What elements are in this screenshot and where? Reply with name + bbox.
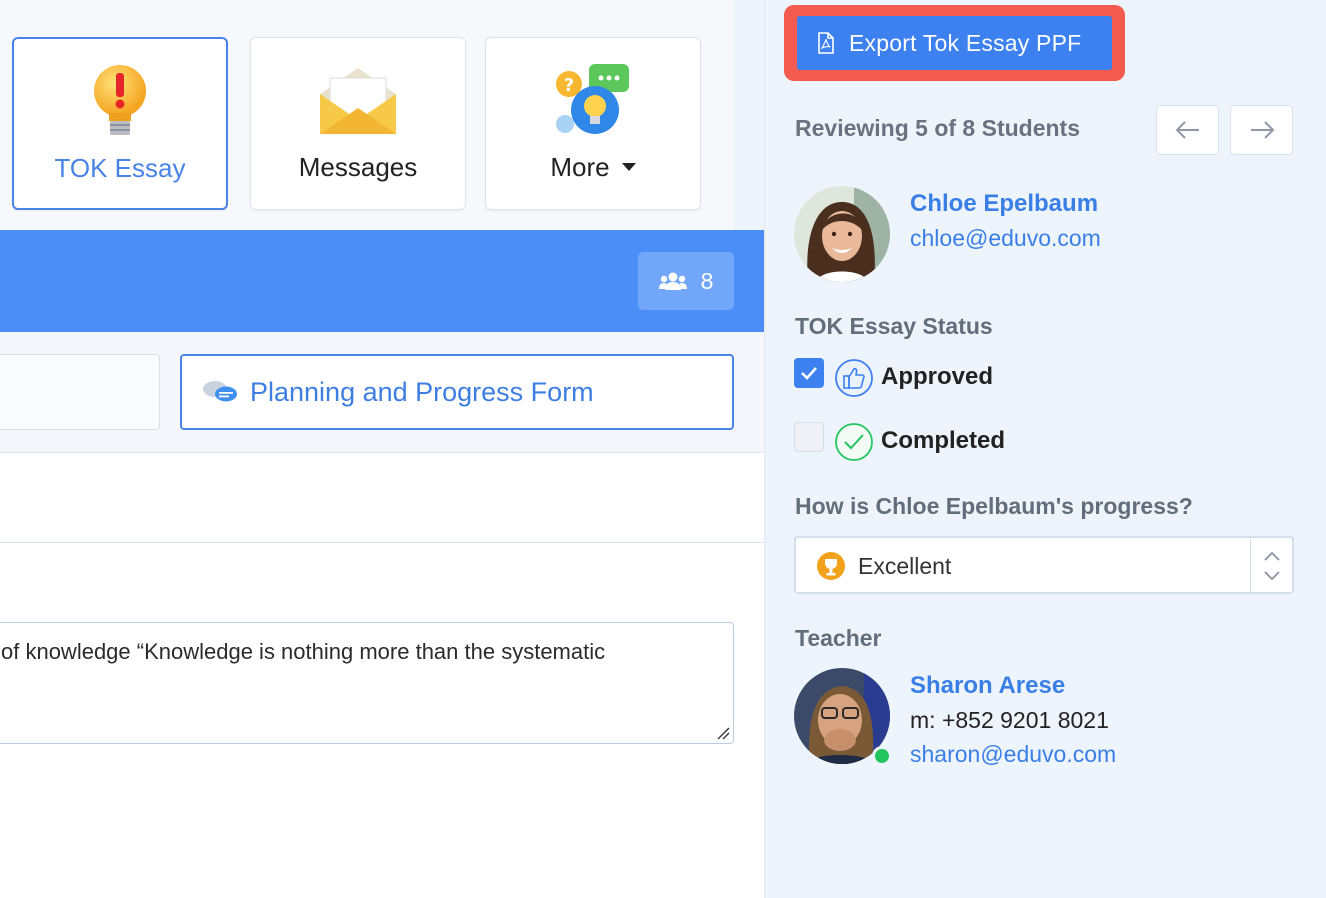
tile-label: More	[486, 152, 700, 183]
export-label: Export Tok Essay PPF	[849, 29, 1082, 56]
tab-label: Planning and Progress Form	[250, 376, 594, 407]
online-status-indicator	[872, 746, 892, 766]
tile-more[interactable]: ? More	[485, 37, 701, 210]
users-icon	[658, 272, 687, 290]
svg-text:?: ?	[564, 75, 574, 96]
sidebar-top-fill	[734, 0, 764, 230]
arrow-right-icon	[1250, 121, 1274, 139]
arrow-left-icon	[1175, 121, 1199, 139]
chevron-down-icon	[621, 163, 636, 172]
teacher-name[interactable]: Sharon Arese	[910, 672, 1065, 700]
tile-tok-essay[interactable]: TOK Essay	[12, 37, 228, 210]
student-email[interactable]: chloe@eduvo.com	[910, 225, 1101, 252]
resize-handle-icon[interactable]	[716, 726, 730, 740]
approved-checkbox[interactable]	[794, 358, 824, 388]
tab-previous[interactable]	[0, 354, 160, 430]
chat-bubbles-icon	[203, 381, 237, 402]
progress-value: Excellent	[858, 553, 952, 579]
divider	[0, 542, 764, 543]
completed-checkbox[interactable]	[794, 422, 824, 452]
trophy-icon	[817, 552, 845, 580]
pdf-file-icon	[818, 32, 834, 54]
teacher-email[interactable]: sharon@eduvo.com	[910, 741, 1116, 768]
essay-textarea[interactable]: of knowledge “Knowledge is nothing more …	[0, 622, 734, 744]
tile-label: Messages	[298, 152, 418, 182]
progress-question: How is Chloe Epelbaum's progress?	[795, 493, 1193, 519]
tile-label: TOK Essay	[54, 153, 186, 183]
approved-label: Approved	[881, 363, 994, 390]
progress-select[interactable]: Excellent	[794, 536, 1294, 594]
export-highlight: Export Tok Essay PPF	[784, 5, 1125, 81]
student-name[interactable]: Chloe Epelbaum	[910, 190, 1098, 218]
reviewing-counter: Reviewing 5 of 8 Students	[795, 115, 1080, 141]
next-student-button[interactable]	[1230, 105, 1293, 155]
member-count-badge[interactable]: 8	[638, 252, 734, 310]
thumbs-up-icon	[835, 359, 873, 397]
previous-student-button[interactable]	[1156, 105, 1219, 155]
divider	[0, 452, 764, 453]
check-circle-icon	[835, 423, 873, 461]
checkmark-icon	[801, 367, 817, 380]
teacher-title: Teacher	[795, 625, 882, 651]
status-title: TOK Essay Status	[795, 313, 993, 339]
teacher-phone: m: +852 9201 8021	[910, 707, 1109, 733]
completed-label: Completed	[881, 427, 1006, 454]
envelope-icon	[320, 68, 396, 134]
member-count: 8	[700, 267, 714, 294]
select-divider	[1250, 538, 1251, 592]
idea-chat-icon: ?	[556, 64, 629, 134]
student-avatar	[794, 186, 890, 282]
export-pdf-button[interactable]: Export Tok Essay PPF	[797, 16, 1112, 70]
tile-messages[interactable]: Messages	[250, 37, 466, 210]
lightbulb-exclamation-icon	[94, 65, 146, 135]
tab-planning-progress-form[interactable]: Planning and Progress Form	[180, 354, 734, 430]
essay-text: of knowledge “Knowledge is nothing more …	[1, 639, 606, 664]
stepper-chevrons-icon[interactable]	[1262, 550, 1282, 582]
